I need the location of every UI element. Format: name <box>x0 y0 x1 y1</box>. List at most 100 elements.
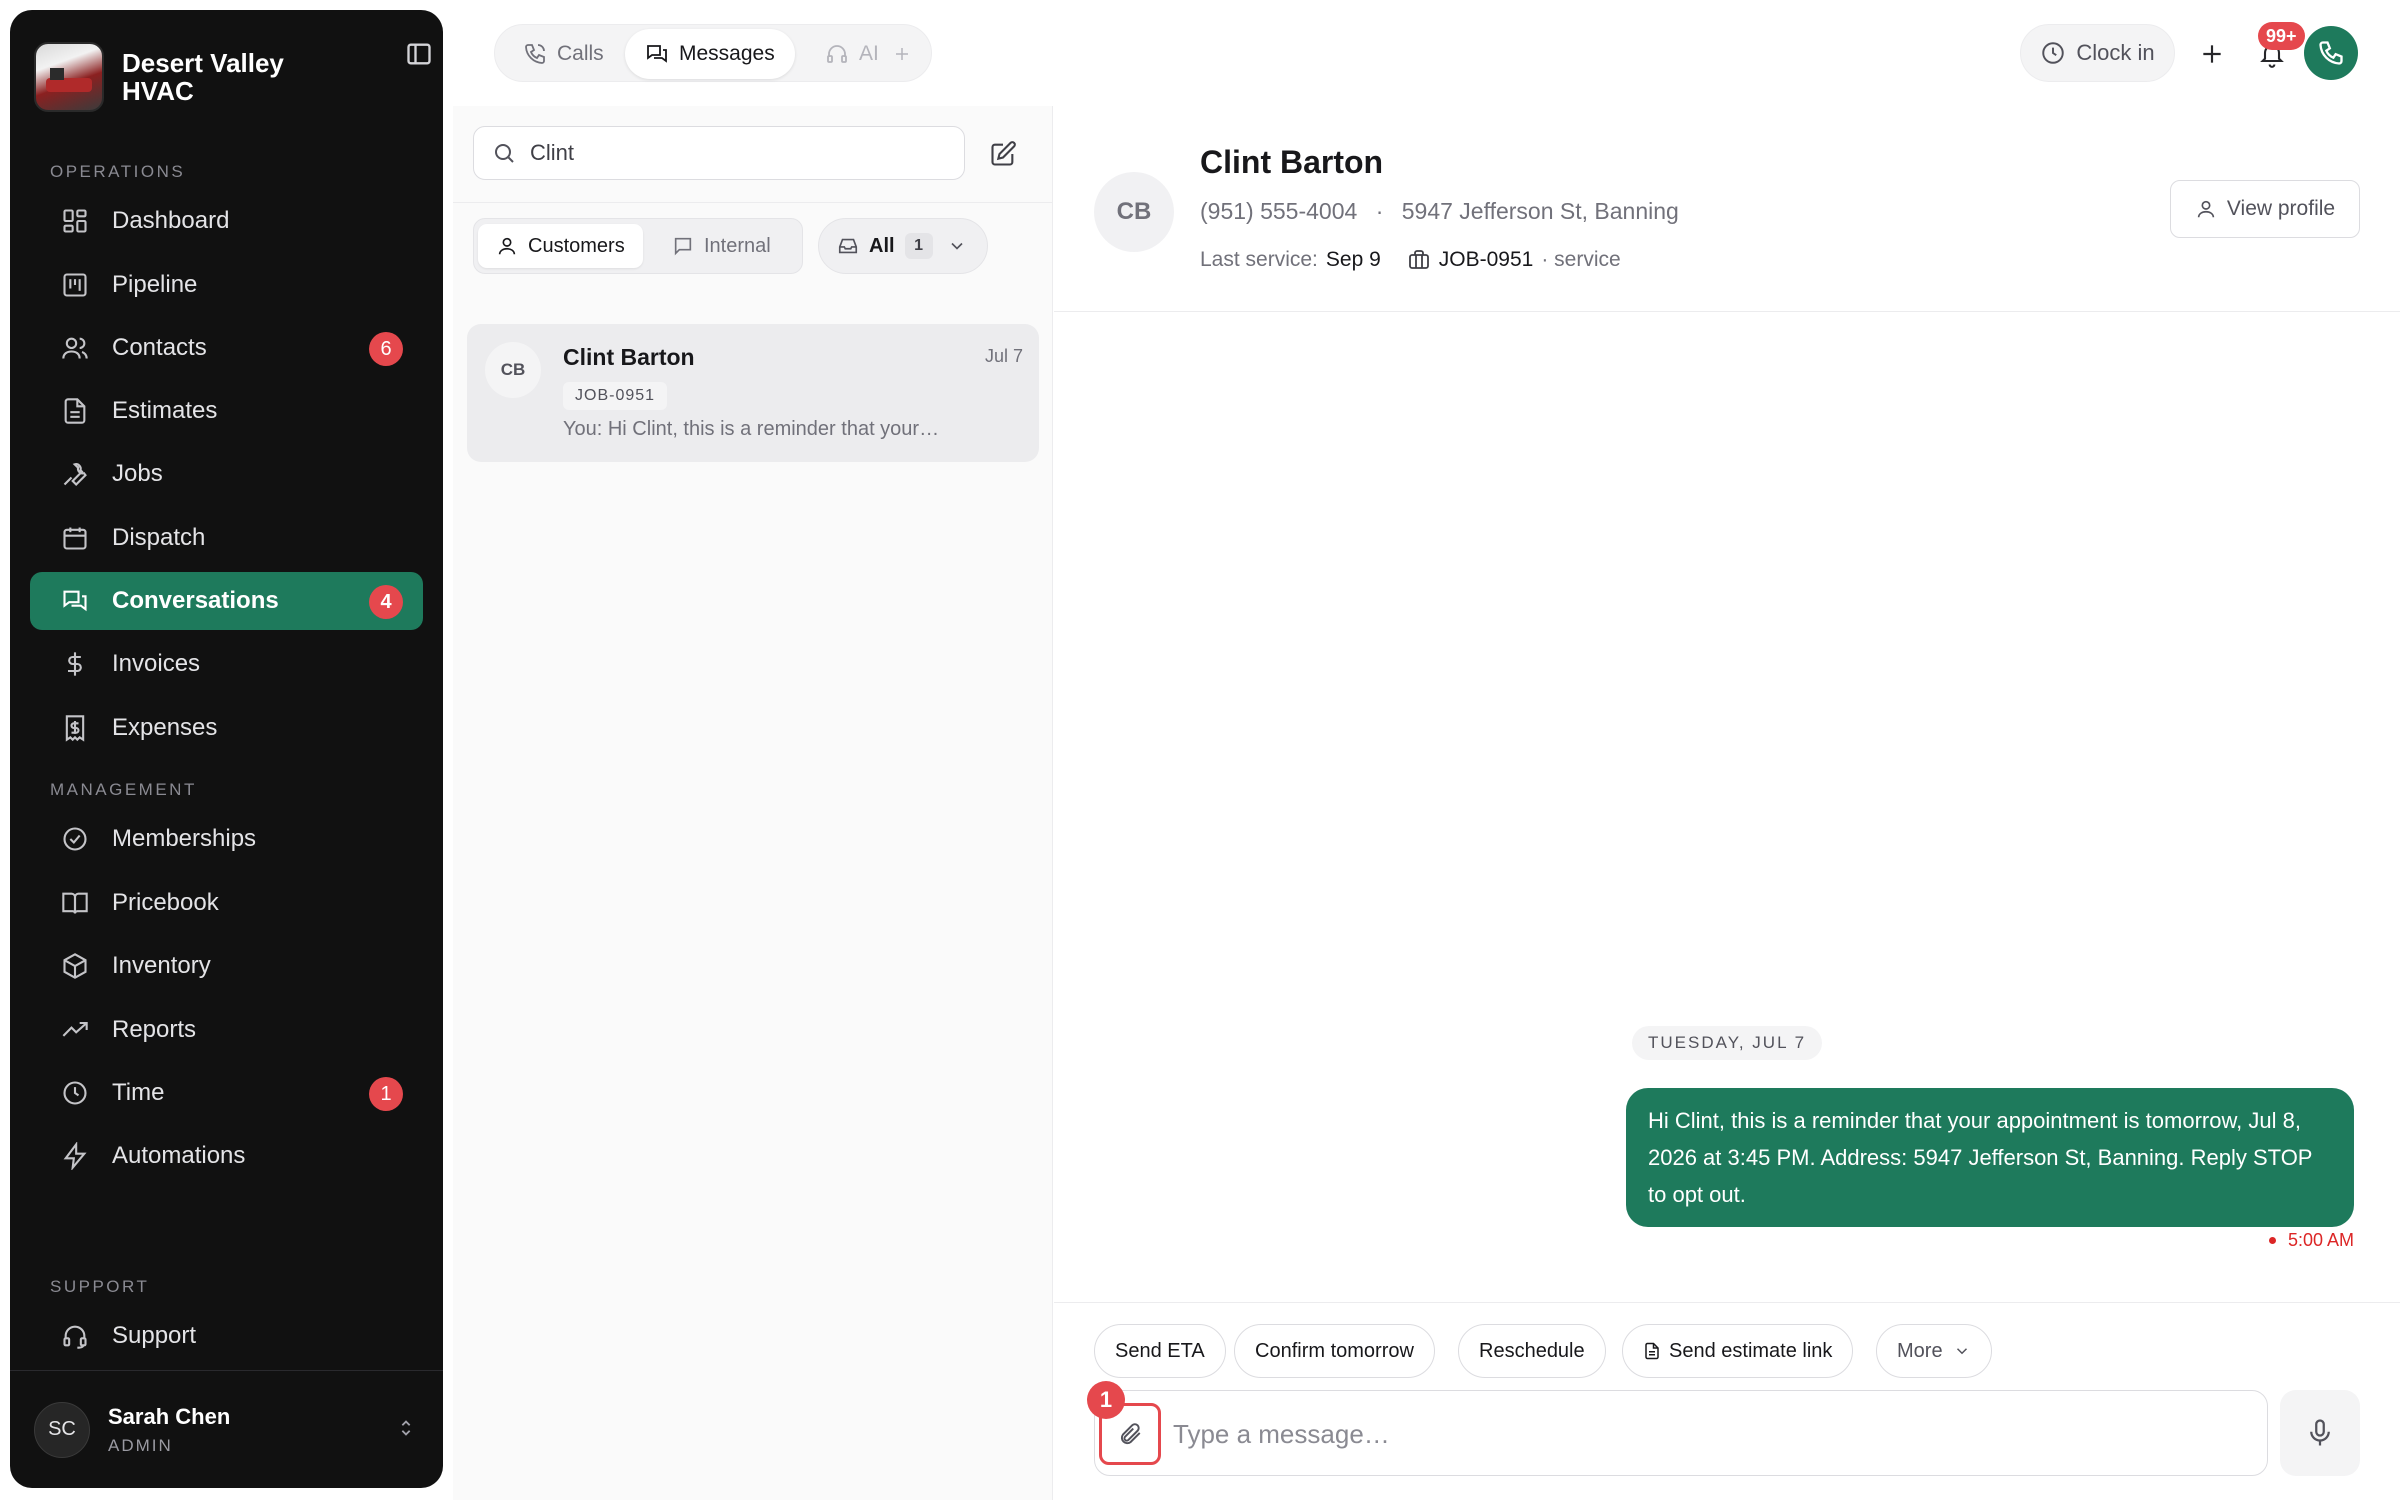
inbox-icon <box>837 235 859 257</box>
headset-icon <box>60 1321 90 1351</box>
sidebar-item-automations[interactable]: Automations <box>30 1127 423 1185</box>
quick-reply-label: Send estimate link <box>1669 1339 1833 1362</box>
receipt-icon <box>60 713 90 743</box>
voice-input-button[interactable] <box>2280 1390 2360 1476</box>
filter-label: Customers <box>528 234 625 257</box>
date-divider: TUESDAY, JUL 7 <box>1632 1026 1823 1060</box>
filter-customers[interactable]: Customers <box>478 224 643 268</box>
search-box[interactable] <box>473 126 965 180</box>
sidebar-item-label: Contacts <box>112 334 207 361</box>
quick-reply-reschedule[interactable]: Reschedule <box>1458 1324 1606 1378</box>
sidebar-item-estimates[interactable]: Estimates <box>30 382 423 440</box>
comment-icon <box>672 235 704 257</box>
dashboard-icon <box>60 206 90 236</box>
chat-icon <box>60 586 90 616</box>
more-quick-replies-button[interactable]: More <box>1876 1324 1992 1378</box>
mode-tabs: Calls Messages AI <box>494 24 932 82</box>
sidebar-item-label: Dashboard <box>112 207 230 234</box>
list-item[interactable]: CB Clint Barton Jul 7 JOB-0951 You: Hi C… <box>467 324 1039 462</box>
sidebar-item-time[interactable]: Time 1 <box>30 1064 423 1122</box>
search-icon <box>492 141 516 165</box>
filter-count: 1 <box>904 233 933 259</box>
conversation-detail: CB Clint Barton (951) 555-4004 · 5947 Je… <box>1054 106 2400 1500</box>
dollar-icon <box>60 649 90 679</box>
calendar-icon <box>60 523 90 553</box>
plus-icon <box>893 45 921 63</box>
view-profile-button[interactable]: View profile <box>2170 180 2360 238</box>
sidebar-collapse-icon[interactable] <box>401 36 437 72</box>
contacts-count-badge: 6 <box>369 332 403 366</box>
sidebar-item-memberships[interactable]: Memberships <box>30 810 423 868</box>
search-input[interactable] <box>530 140 930 166</box>
clock-icon <box>60 1078 90 1108</box>
sidebar-item-label: Estimates <box>112 397 218 424</box>
avatar: CB <box>485 342 541 398</box>
tab-messages[interactable]: Messages <box>625 29 795 79</box>
inbox-filter-dropdown[interactable]: All 1 <box>818 218 988 274</box>
sidebar-item-pipeline[interactable]: Pipeline <box>30 256 423 314</box>
filter-internal[interactable]: Internal <box>654 224 789 268</box>
sidebar-item-dashboard[interactable]: Dashboard <box>30 192 423 250</box>
message-input[interactable] <box>1173 1409 2233 1459</box>
briefcase-icon <box>1407 248 1439 272</box>
clock-in-button[interactable]: Clock in <box>2020 24 2175 82</box>
quick-reply-send-eta[interactable]: Send ETA <box>1094 1324 1226 1378</box>
divider <box>453 202 1052 203</box>
quick-reply-confirm-tomorrow[interactable]: Confirm tomorrow <box>1234 1324 1435 1378</box>
conversations-count-badge: 4 <box>369 585 403 619</box>
estimates-icon <box>60 396 90 426</box>
conversation-name: Clint Barton <box>563 344 695 370</box>
message-composer: 1 <box>1087 1381 2268 1476</box>
phone-call-icon <box>523 42 557 66</box>
trend-icon <box>60 1015 90 1045</box>
view-profile-label: View profile <box>2226 197 2336 220</box>
notifications-badge: 99+ <box>2258 22 2305 50</box>
contact-address: 5947 Jefferson St, Banning <box>1401 198 1679 224</box>
messages-icon <box>645 42 679 66</box>
sidebar-item-jobs[interactable]: Jobs <box>30 445 423 503</box>
last-service-label: Last service: <box>1200 248 1318 271</box>
quick-reply-send-estimate-link[interactable]: Send estimate link <box>1622 1324 1854 1378</box>
sidebar-item-contacts[interactable]: Contacts 6 <box>30 319 423 377</box>
quick-reply-label: More <box>1897 1339 1943 1362</box>
time-count-badge: 1 <box>369 1077 403 1111</box>
contact-header: CB Clint Barton (951) 555-4004 · 5947 Je… <box>1054 106 2400 312</box>
brand-name: Desert Valley HVAC <box>122 48 284 106</box>
wrench-icon <box>60 459 90 489</box>
chevron-down-icon <box>947 236 967 256</box>
add-button[interactable] <box>2190 32 2234 76</box>
sidebar-item-pricebook[interactable]: Pricebook <box>30 874 423 932</box>
message-timestamp: 5:00 AM <box>2269 1230 2354 1251</box>
conversation-list-pane: Customers Internal All 1 CB Clint Barton… <box>453 106 1053 1500</box>
sidebar-item-label: Pipeline <box>112 271 198 298</box>
avatar: CB <box>1094 172 1174 252</box>
headphones-icon <box>825 42 859 66</box>
user-menu[interactable]: SC Sarah Chen ADMIN <box>10 1370 443 1488</box>
phone-icon <box>2317 39 2345 67</box>
tab-calls[interactable]: Calls <box>503 29 624 79</box>
sidebar-item-reports[interactable]: Reports <box>30 1001 423 1059</box>
sidebar: Desert Valley HVAC OPERATIONS Dashboard … <box>10 10 443 1488</box>
user-role: ADMIN <box>108 1435 173 1455</box>
sidebar-item-label: Automations <box>112 1142 246 1169</box>
sidebar-item-label: Jobs <box>112 460 163 487</box>
contact-phone[interactable]: (951) 555-4004 <box>1200 198 1357 224</box>
sidebar-item-inventory[interactable]: Inventory <box>30 937 423 995</box>
sidebar-item-expenses[interactable]: Expenses <box>30 699 423 757</box>
sidebar-item-dispatch[interactable]: Dispatch <box>30 509 423 567</box>
sidebar-item-label: Inventory <box>112 952 211 979</box>
sidebar-item-label: Memberships <box>112 825 257 852</box>
tab-label: AI <box>859 42 879 65</box>
conversation-date: Jul 7 <box>984 346 1023 366</box>
brand[interactable]: Desert Valley HVAC <box>34 34 419 120</box>
phone-button[interactable] <box>2304 26 2358 80</box>
outgoing-message: Hi Clint, this is a reminder that your a… <box>1626 1088 2354 1227</box>
sidebar-item-conversations[interactable]: Conversations 4 <box>30 572 423 630</box>
tab-ai[interactable]: AI <box>805 29 941 79</box>
job-link[interactable]: JOB-0951 · service <box>1407 248 1621 272</box>
book-icon <box>60 888 90 918</box>
sidebar-item-label: Time <box>112 1079 165 1106</box>
compose-button[interactable] <box>983 134 1023 174</box>
sidebar-item-invoices[interactable]: Invoices <box>30 635 423 693</box>
sidebar-item-support[interactable]: Support <box>30 1307 423 1365</box>
